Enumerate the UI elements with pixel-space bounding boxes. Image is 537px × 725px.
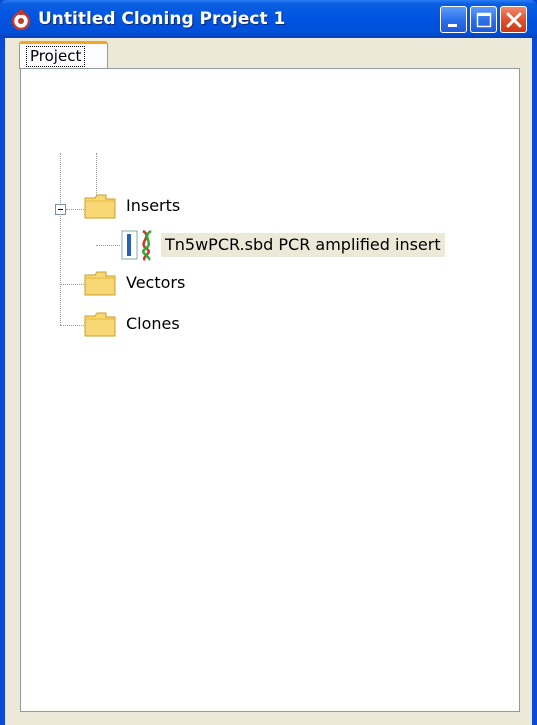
window-title: Untitled Cloning Project 1 [38,9,286,29]
tree-branch-clones [60,325,84,326]
tree-folder-vectors[interactable]: Vectors [84,270,185,296]
tab-project-label: Project [26,46,86,67]
folder-icon [84,194,116,219]
tree-branch-vectors [60,284,84,285]
tab-project[interactable]: Project [19,41,108,69]
tree-branch-child [96,245,120,246]
tree-folder-label: Vectors [126,273,186,292]
tree-item-sequence[interactable]: Tn5wPCR.sbd PCR amplified insert [121,229,445,261]
collapse-inserts-toggle[interactable] [55,204,66,215]
cloning-project-window: Untitled Cloning Project 1 Project Inser… [0,0,537,725]
close-icon [506,12,522,28]
tree-folder-clones[interactable]: Clones [84,311,180,337]
maximize-button[interactable] [470,6,497,33]
app-icon [11,10,31,31]
tree-folder-label: Clones [126,314,180,333]
sequence-file-icon [121,229,152,261]
folder-icon [84,312,116,337]
tree-root-line [60,153,61,325]
minimize-icon [448,24,457,27]
minimize-button[interactable] [440,6,467,33]
folder-icon [84,271,116,296]
project-tree-panel: Inserts Tn5wPCR.sbd PCR amplified insert… [20,68,520,712]
maximize-icon [476,12,492,28]
sequence-file-label: Tn5wPCR.sbd PCR amplified insert [161,233,445,257]
tree-branch-inserts [66,209,84,210]
tree-folder-inserts[interactable]: Inserts [84,193,180,219]
close-button[interactable] [500,6,527,33]
tree-folder-label: Inserts [126,196,181,215]
window-border-right [532,38,537,725]
title-bar[interactable]: Untitled Cloning Project 1 [0,0,537,38]
